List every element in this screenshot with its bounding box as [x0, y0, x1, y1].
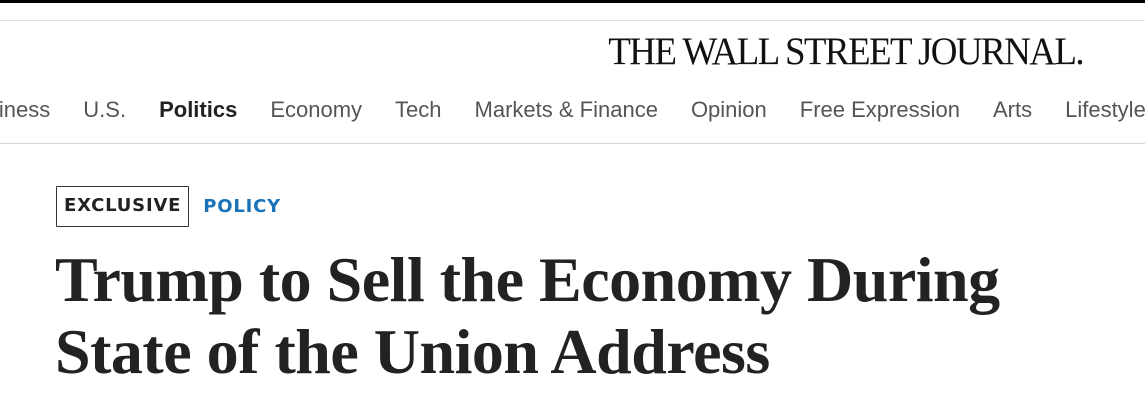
nav-item-markets-finance[interactable]: Markets & Finance: [475, 88, 658, 132]
nav-item-tech[interactable]: Tech: [395, 88, 441, 132]
nav-item-economy[interactable]: Economy: [270, 88, 362, 132]
article-flags: EXCLUSIVE POLICY: [56, 186, 281, 227]
nav-item-politics[interactable]: Politics: [159, 88, 237, 132]
exclusive-badge: EXCLUSIVE: [56, 186, 190, 227]
section-nav: Business U.S. Politics Economy Tech Mark…: [0, 88, 1145, 132]
nav-item-free-expression[interactable]: Free Expression: [800, 88, 960, 132]
category-link[interactable]: POLICY: [203, 196, 281, 217]
article-headline: Trump to Sell the Economy During State o…: [55, 244, 1000, 387]
nav-item-arts[interactable]: Arts: [993, 88, 1032, 132]
section-nav-track: Business U.S. Politics Economy Tech Mark…: [0, 88, 1145, 132]
masthead-logo[interactable]: THE WALL STREET JOURNAL.: [608, 29, 1084, 76]
nav-item-lifestyle[interactable]: Lifestyle: [1065, 88, 1145, 132]
top-border: [0, 0, 1145, 3]
nav-item-opinion[interactable]: Opinion: [691, 88, 767, 132]
nav-item-business[interactable]: Business: [0, 88, 50, 132]
nav-item-us[interactable]: U.S.: [83, 88, 126, 132]
nav-divider: [0, 143, 1145, 144]
header-divider: [0, 20, 1145, 21]
